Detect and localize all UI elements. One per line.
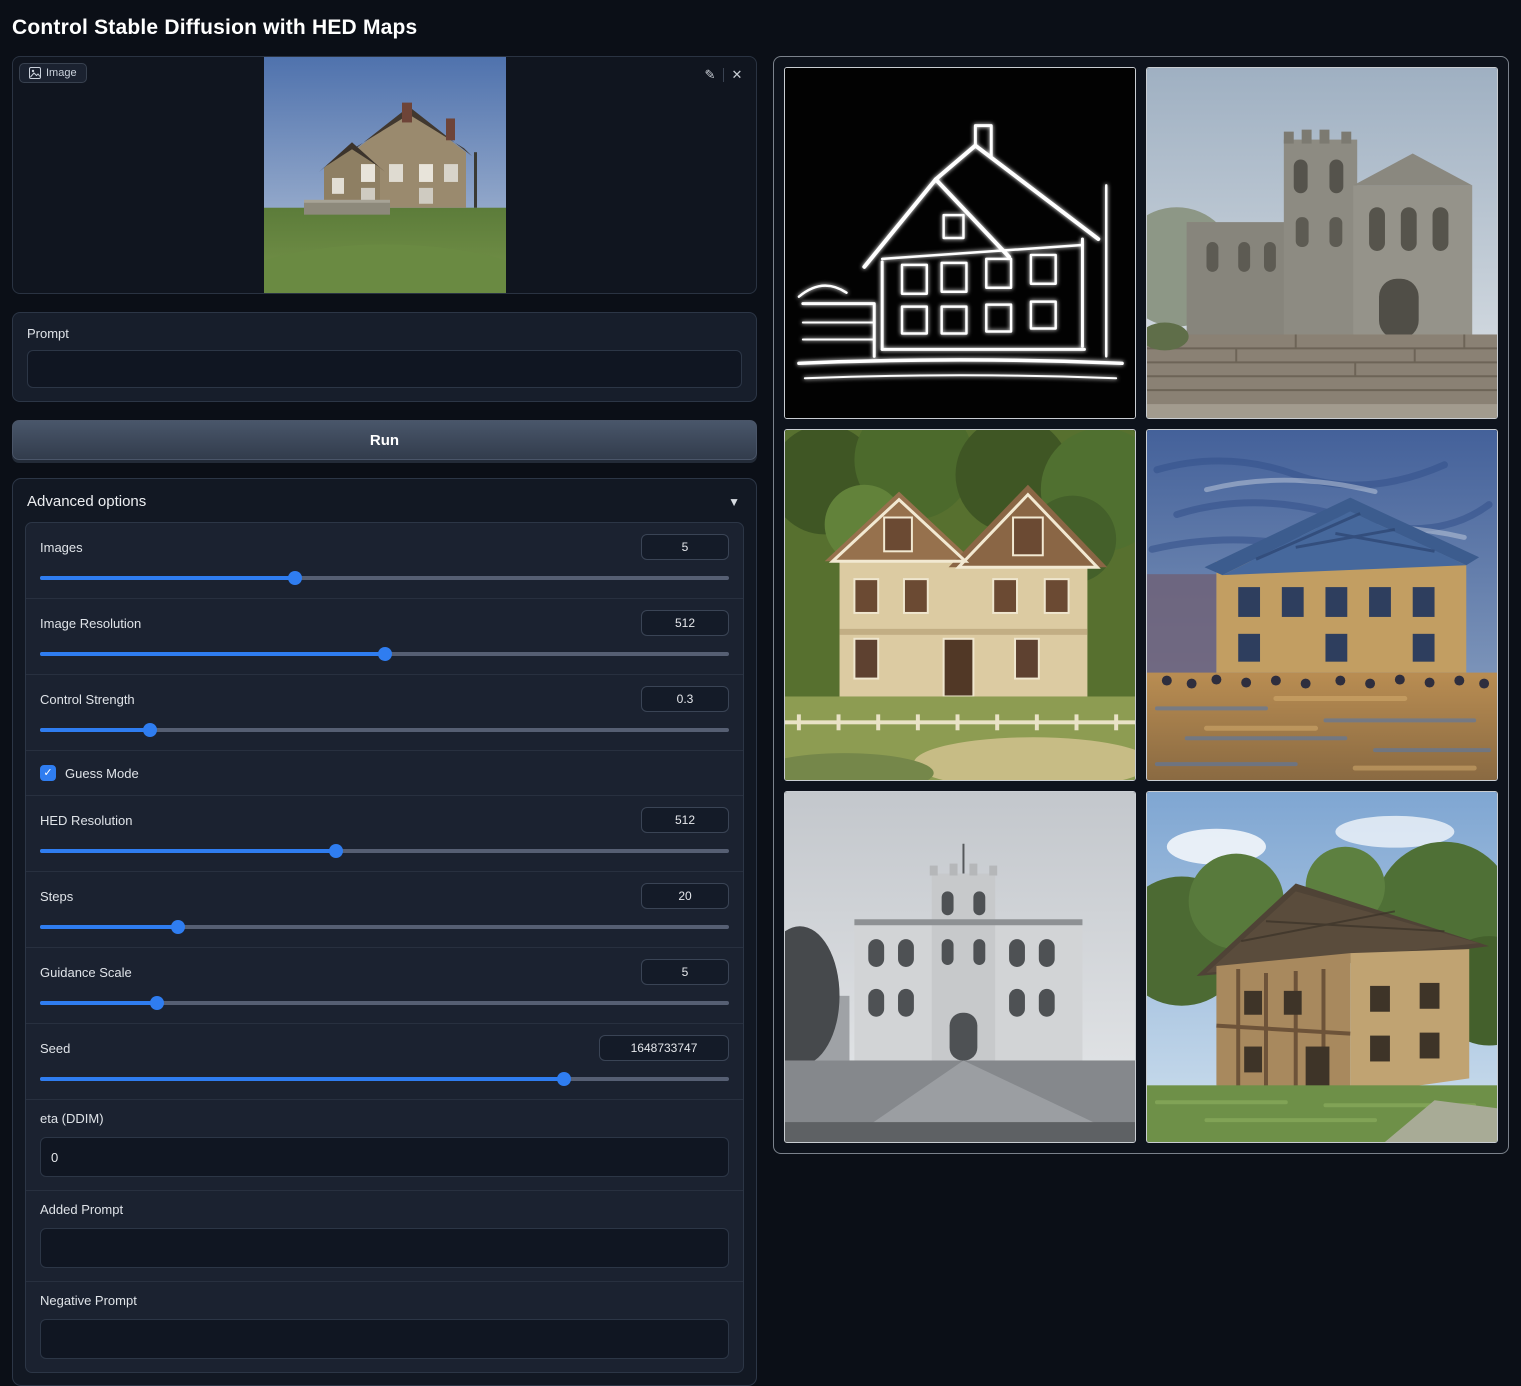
- added-prompt-input[interactable]: [40, 1228, 729, 1268]
- run-button[interactable]: Run: [12, 420, 757, 460]
- control-strength-label: Control Strength: [40, 692, 135, 707]
- eta-label: eta (DDIM): [40, 1111, 729, 1126]
- image-resolution-row: Image Resolution: [26, 599, 743, 675]
- steps-row: Steps: [26, 872, 743, 948]
- image-toolbar: ✎ ✕: [699, 64, 748, 86]
- eta-input[interactable]: [40, 1137, 729, 1177]
- eta-row: eta (DDIM): [26, 1100, 743, 1191]
- image-resolution-value-input[interactable]: [641, 610, 729, 636]
- bw-building-image: [785, 792, 1135, 1142]
- toolbar-divider: [723, 68, 724, 82]
- gallery-item-victorian-house-painting[interactable]: [784, 429, 1136, 781]
- chevron-down-icon: ▼: [728, 495, 740, 509]
- impressionist-house-image: [1147, 430, 1497, 780]
- image-component-label: Image: [19, 63, 87, 83]
- slider-thumb[interactable]: [288, 571, 302, 585]
- seed-slider[interactable]: [40, 1072, 729, 1086]
- image-resolution-label: Image Resolution: [40, 616, 141, 631]
- slider-thumb[interactable]: [143, 723, 157, 737]
- prompt-block: Prompt: [12, 312, 757, 402]
- advanced-options-form: Images Image Resolution: [25, 522, 744, 1373]
- guess-mode-row: ✓ Guess Mode: [26, 751, 743, 796]
- rustic-house-image: [1147, 792, 1497, 1142]
- images-value-input[interactable]: [641, 534, 729, 560]
- seed-row: Seed: [26, 1024, 743, 1100]
- slider-thumb[interactable]: [171, 920, 185, 934]
- gallery-item-hed-edge-map[interactable]: [784, 67, 1136, 419]
- steps-slider[interactable]: [40, 920, 729, 934]
- control-strength-row: Control Strength: [26, 675, 743, 751]
- prompt-input[interactable]: [27, 350, 742, 388]
- gallery-grid: [784, 67, 1498, 1143]
- images-label: Images: [40, 540, 83, 555]
- gallery-item-bw-building[interactable]: [784, 791, 1136, 1143]
- slider-thumb[interactable]: [329, 844, 343, 858]
- edit-image-button[interactable]: ✎: [699, 64, 721, 86]
- page-title: Control Stable Diffusion with HED Maps: [12, 16, 1509, 40]
- guess-mode-checkbox[interactable]: ✓: [40, 765, 56, 781]
- hed-resolution-label: HED Resolution: [40, 813, 133, 828]
- advanced-options-title: Advanced options: [27, 493, 146, 510]
- app-root: Control Stable Diffusion with HED Maps I…: [0, 0, 1521, 1364]
- clear-image-button[interactable]: ✕: [726, 64, 748, 86]
- victorian-house-image: [785, 430, 1135, 780]
- hed-resolution-row: HED Resolution: [26, 796, 743, 872]
- negative-prompt-input[interactable]: [40, 1319, 729, 1359]
- guidance-scale-row: Guidance Scale: [26, 948, 743, 1024]
- control-strength-slider[interactable]: [40, 723, 729, 737]
- prompt-label: Prompt: [27, 326, 742, 341]
- slider-thumb[interactable]: [150, 996, 164, 1010]
- guidance-scale-value-input[interactable]: [641, 959, 729, 985]
- seed-label: Seed: [40, 1041, 70, 1056]
- negative-prompt-label: Negative Prompt: [40, 1293, 729, 1308]
- control-strength-value-input[interactable]: [641, 686, 729, 712]
- added-prompt-row: Added Prompt: [26, 1191, 743, 1282]
- guidance-scale-label: Guidance Scale: [40, 965, 132, 980]
- seed-value-input[interactable]: [599, 1035, 729, 1061]
- guess-mode-label: Guess Mode: [65, 766, 139, 781]
- uploaded-house-photo[interactable]: [264, 57, 506, 293]
- gallery-item-rustic-house[interactable]: [1146, 791, 1498, 1143]
- slider-thumb[interactable]: [378, 647, 392, 661]
- controls-column: Image ✎ ✕: [12, 56, 757, 1386]
- advanced-options-accordion: Advanced options ▼ Images: [12, 478, 757, 1386]
- negative-prompt-row: Negative Prompt: [26, 1282, 743, 1372]
- image-resolution-slider[interactable]: [40, 647, 729, 661]
- gallery-item-stone-cathedral[interactable]: [1146, 67, 1498, 419]
- hed-resolution-value-input[interactable]: [641, 807, 729, 833]
- added-prompt-label: Added Prompt: [40, 1202, 729, 1217]
- output-gallery: [773, 56, 1509, 1154]
- output-column: [773, 56, 1509, 1154]
- image-upload-component[interactable]: Image ✎ ✕: [12, 56, 757, 294]
- steps-value-input[interactable]: [641, 883, 729, 909]
- gallery-item-impressionist-house[interactable]: [1146, 429, 1498, 781]
- steps-label: Steps: [40, 889, 73, 904]
- stone-cathedral-image: [1147, 68, 1497, 418]
- images-slider[interactable]: [40, 571, 729, 585]
- hed-edge-map-image: [785, 68, 1135, 418]
- images-row: Images: [26, 523, 743, 599]
- image-icon: [29, 67, 41, 79]
- slider-thumb[interactable]: [557, 1072, 571, 1086]
- hed-resolution-slider[interactable]: [40, 844, 729, 858]
- image-component-label-text: Image: [46, 67, 77, 79]
- main-columns: Image ✎ ✕: [12, 56, 1509, 1386]
- advanced-options-header[interactable]: Advanced options ▼: [13, 479, 756, 522]
- guidance-scale-slider[interactable]: [40, 996, 729, 1010]
